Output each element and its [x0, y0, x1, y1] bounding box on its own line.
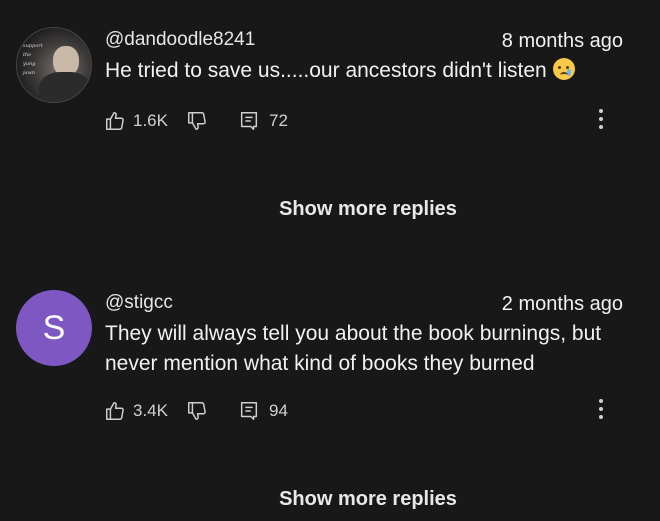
- dislike-button[interactable]: [186, 400, 208, 422]
- comment-text-body: He tried to save us.....our ancestors di…: [105, 59, 547, 82]
- comment-text: He tried to save us.....our ancestors di…: [105, 56, 615, 86]
- avatar-letter: S: [42, 308, 66, 347]
- like-button[interactable]: [104, 110, 126, 132]
- avatar-body: [39, 72, 91, 102]
- show-more-replies-button[interactable]: Show more replies: [0, 198, 660, 221]
- like-count: 3.4K: [133, 401, 168, 420]
- reply-count: 72: [268, 111, 288, 130]
- thumbs-up-icon: [106, 402, 124, 420]
- like-count: 1.6K: [133, 111, 168, 130]
- dislike-button[interactable]: [186, 110, 208, 132]
- thumbs-down-icon: [188, 112, 206, 130]
- comment-icon: [240, 402, 258, 420]
- avatar[interactable]: S: [16, 290, 92, 366]
- thumbs-up-icon: [106, 112, 124, 130]
- comment-author[interactable]: @stigcc: [105, 292, 173, 314]
- like-button[interactable]: [104, 400, 126, 422]
- comment-actions: 3.4K 94: [104, 399, 288, 423]
- more-options-icon[interactable]: [598, 399, 604, 419]
- show-more-replies-button[interactable]: Show more replies: [0, 488, 660, 511]
- more-options-icon[interactable]: [598, 109, 604, 129]
- crying-face-emoji-icon: [552, 58, 575, 80]
- reply-button[interactable]: [238, 400, 260, 422]
- reply-button[interactable]: [238, 110, 260, 132]
- comment-actions: 1.6K 72: [104, 109, 288, 133]
- comment-icon: [240, 112, 258, 130]
- comment-author[interactable]: @dandoodle8241: [105, 29, 255, 51]
- reply-count: 94: [268, 401, 288, 420]
- comment-timestamp: 8 months ago: [501, 30, 623, 52]
- thumbs-down-icon: [188, 402, 206, 420]
- avatar-sign-text: support the yung jawn: [23, 43, 43, 76]
- avatar[interactable]: support the yung jawn: [16, 27, 92, 103]
- comment-timestamp: 2 months ago: [501, 293, 623, 315]
- comment-text: They will always tell you about the book…: [105, 322, 602, 375]
